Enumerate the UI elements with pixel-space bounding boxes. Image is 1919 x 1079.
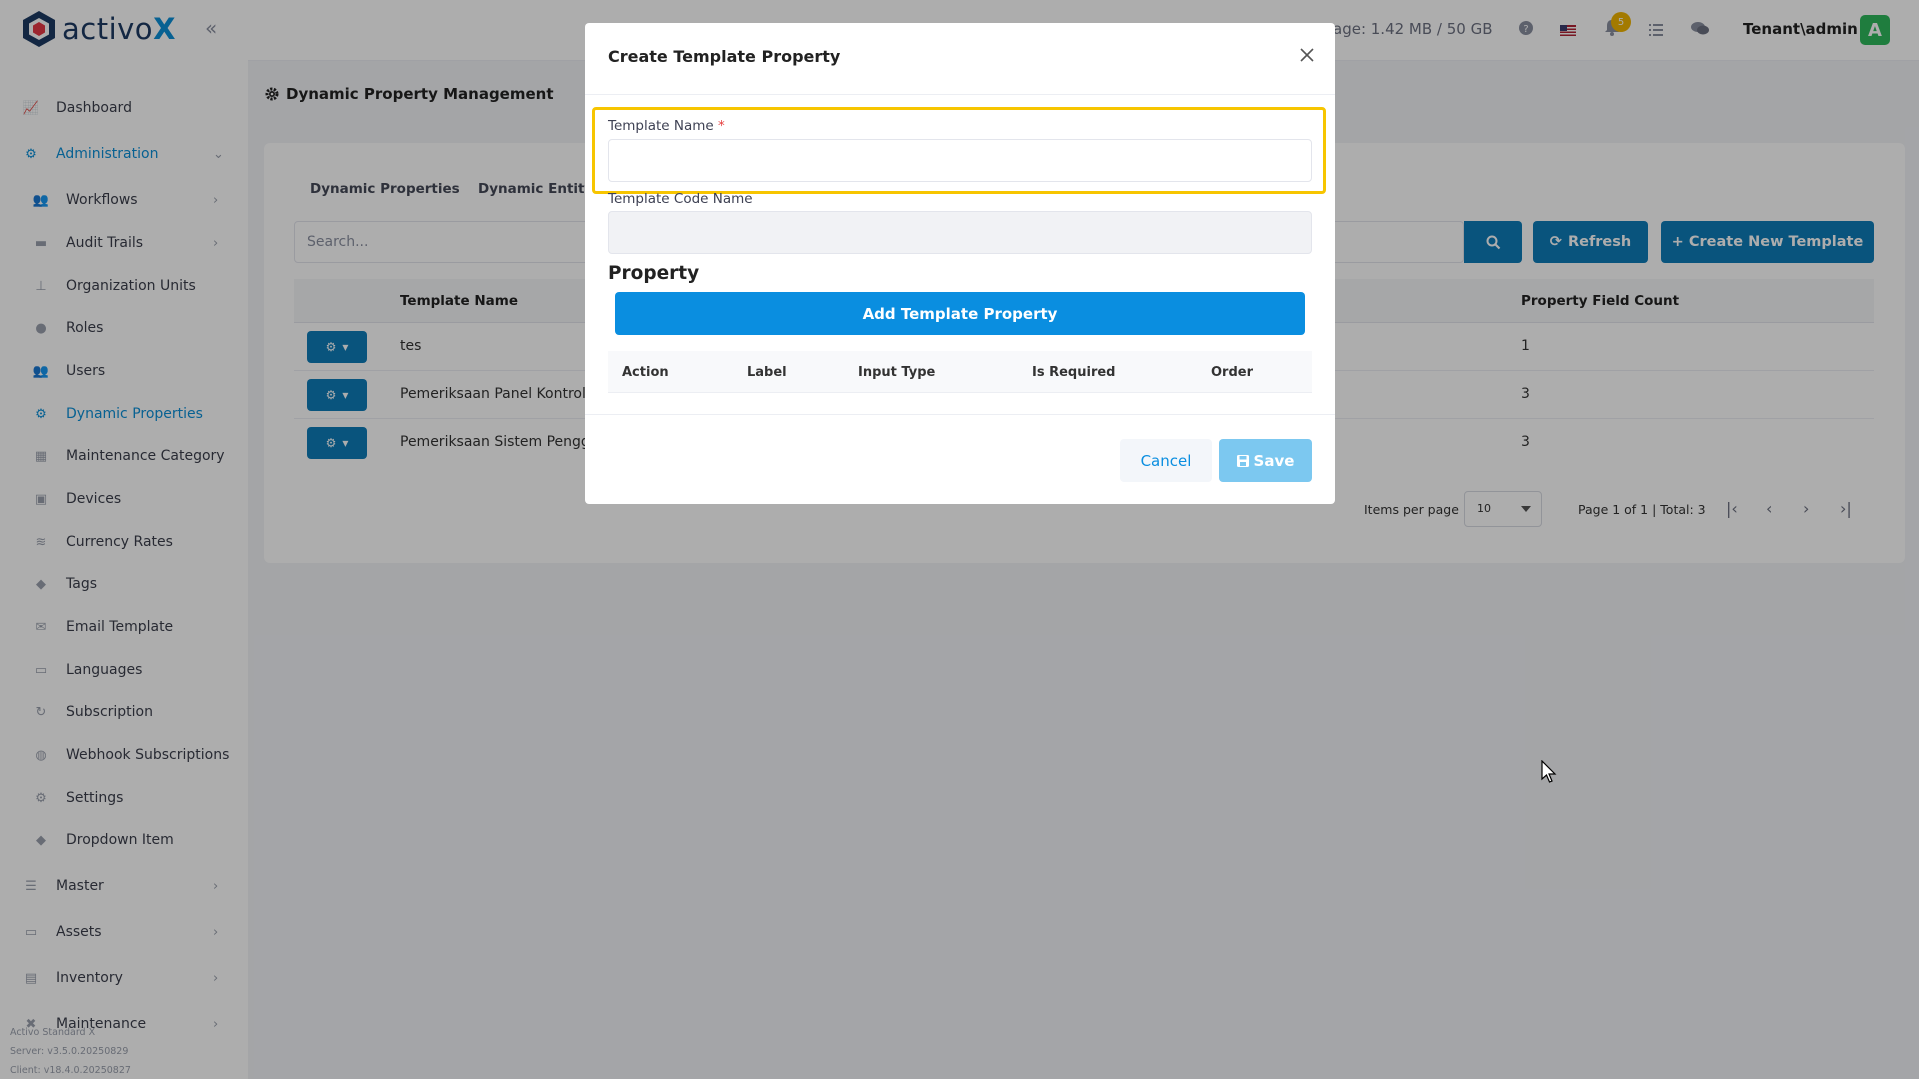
th-order: Order [1211, 365, 1253, 380]
modal-footer-divider [585, 414, 1335, 415]
mouse-pointer-icon [1541, 760, 1557, 783]
modal-header-divider [585, 94, 1335, 95]
property-table-header: Action Label Input Type Is Required Orde… [608, 351, 1312, 393]
th-label: Label [747, 365, 787, 380]
template-code-name-label: Template Code Name [608, 191, 753, 207]
modal-title: Create Template Property [608, 47, 841, 66]
add-template-property-button[interactable]: Add Template Property [615, 292, 1305, 335]
floppy-disk-icon [1236, 454, 1249, 467]
create-template-modal: Create Template Property Template Name *… [585, 23, 1335, 504]
th-input-type: Input Type [858, 365, 936, 380]
template-name-input[interactable] [608, 139, 1312, 182]
close-icon[interactable] [1299, 47, 1315, 63]
template-code-name-input[interactable] [608, 211, 1312, 254]
th-action: Action [622, 365, 669, 380]
th-is-required: Is Required [1032, 365, 1116, 380]
template-name-label: Template Name * [608, 118, 725, 134]
property-section-title: Property [608, 263, 700, 284]
cancel-button[interactable]: Cancel [1120, 439, 1212, 482]
save-button[interactable]: Save [1219, 439, 1312, 482]
